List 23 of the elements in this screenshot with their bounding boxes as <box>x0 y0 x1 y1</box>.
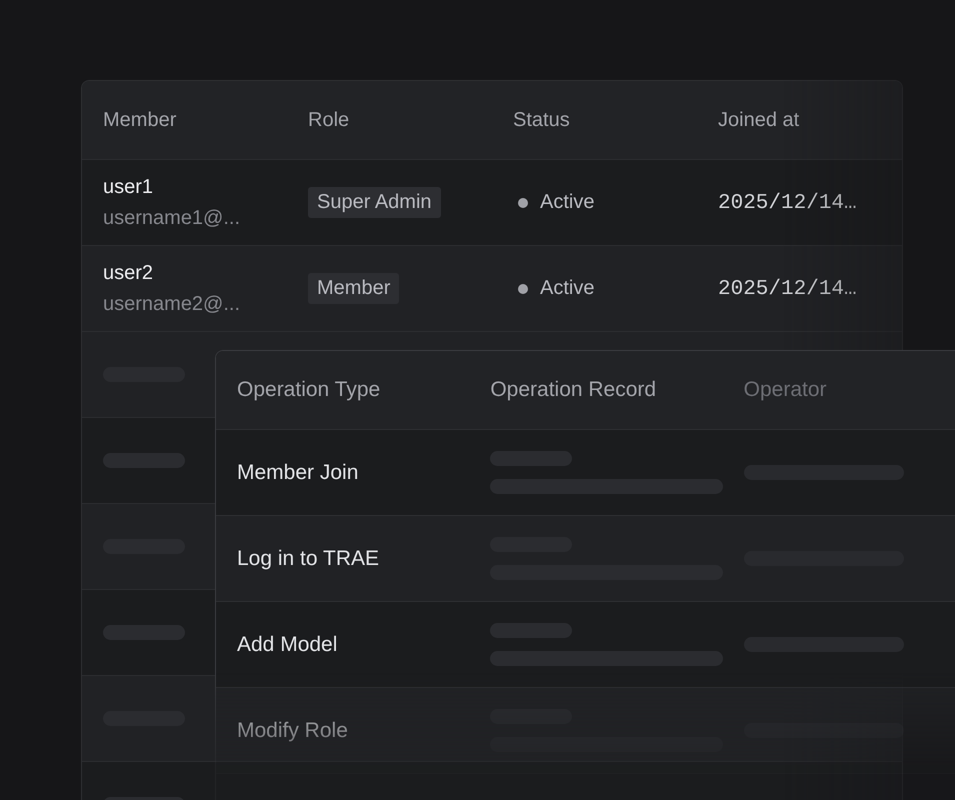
member-email: username1@... <box>103 206 242 230</box>
member-name: user1 <box>103 176 154 198</box>
joined-date: 2025/12/14… <box>718 278 857 300</box>
column-header: Joined at <box>717 108 800 132</box>
operation-type: Log in to TRAE <box>237 546 380 570</box>
operation-type: Modify Role <box>237 718 348 742</box>
column-header: Operation Record <box>489 378 658 402</box>
member-name: user2 <box>103 262 154 284</box>
operation-type: Member Join <box>237 460 358 484</box>
status-text: Active <box>540 277 594 300</box>
operation-type: Add Model <box>237 632 338 656</box>
member-email: username2@... <box>103 292 242 316</box>
role-tag: Member <box>308 273 400 304</box>
column-header: Operation Type <box>236 378 382 402</box>
status-dot-icon <box>518 198 528 208</box>
column-header: Operator <box>742 378 828 402</box>
column-header: Status <box>512 108 571 132</box>
role-tag: Super Admin <box>308 187 441 218</box>
column-header: Role <box>307 108 350 132</box>
joined-date: 2025/12/14… <box>718 192 857 214</box>
status-dot-icon <box>518 284 528 294</box>
status-text: Active <box>540 191 594 214</box>
column-header: Member <box>102 108 178 132</box>
